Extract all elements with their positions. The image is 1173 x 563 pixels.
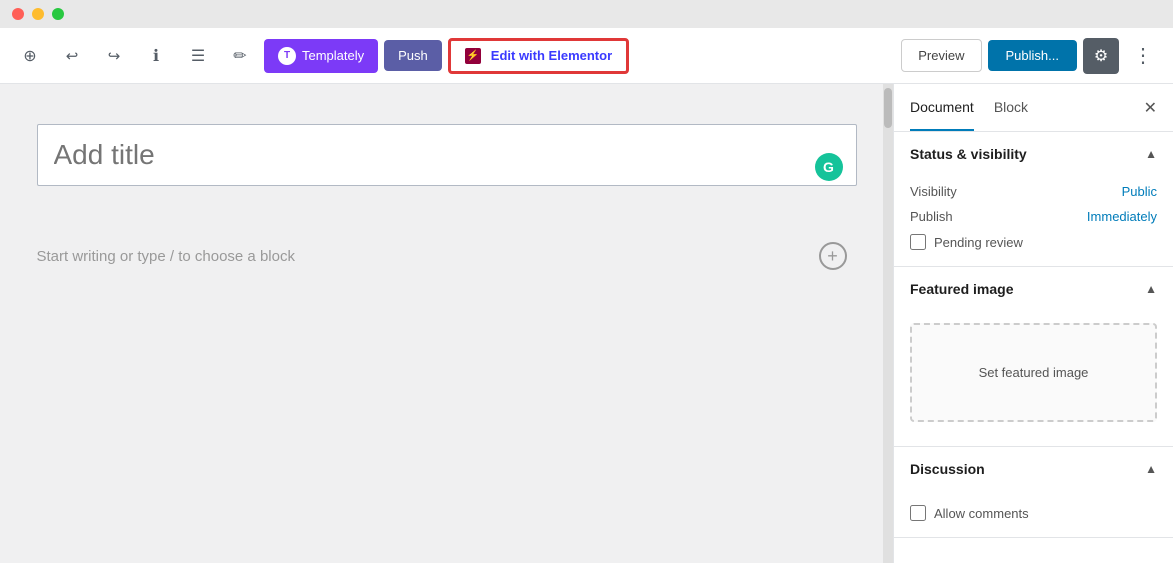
tab-document[interactable]: Document — [910, 85, 974, 131]
add-block-toolbar-button[interactable]: ⊕ — [12, 38, 48, 74]
list-view-button[interactable]: ☰ — [180, 38, 216, 74]
section-discussion-header[interactable]: Discussion ▲ — [894, 447, 1173, 491]
section-discussion-title: Discussion — [910, 461, 985, 477]
sidebar-header: Document Block ✕ — [894, 84, 1173, 132]
add-block-inline-button[interactable]: + — [819, 242, 847, 270]
pen-icon: ✏ — [233, 46, 246, 66]
edit-with-elementor-button[interactable]: Edit with Elementor — [448, 38, 629, 74]
push-button[interactable]: Push — [384, 40, 442, 71]
publish-value[interactable]: Immediately — [1087, 209, 1157, 224]
set-featured-image-label: Set featured image — [979, 365, 1089, 380]
redo-button[interactable]: ↪ — [96, 38, 132, 74]
more-icon: ⋮ — [1133, 43, 1153, 68]
gear-icon: ⚙ — [1094, 46, 1108, 66]
preview-label: Preview — [918, 48, 964, 63]
elementor-label: Edit with Elementor — [491, 48, 612, 63]
redo-icon: ↪ — [108, 47, 121, 65]
editor-content: G Start writing or type / to choose a bl… — [37, 124, 857, 523]
plus-icon: ⊕ — [23, 46, 36, 66]
block-hint-area: Start writing or type / to choose a bloc… — [37, 234, 857, 278]
code-editor-button[interactable]: ✏ — [222, 38, 258, 74]
chevron-up-icon-featured: ▲ — [1145, 282, 1157, 296]
undo-icon: ↩ — [66, 47, 79, 65]
tab-block[interactable]: Block — [994, 85, 1028, 131]
info-icon: ℹ — [153, 46, 159, 66]
section-featured-image: Featured image ▲ Set featured image — [894, 267, 1173, 447]
plus-circle-icon: + — [827, 246, 838, 267]
chevron-up-icon-discussion: ▲ — [1145, 462, 1157, 476]
sidebar-close-button[interactable]: ✕ — [1144, 98, 1157, 118]
maximize-traffic-light[interactable] — [52, 8, 64, 20]
settings-button[interactable]: ⚙ — [1083, 38, 1119, 74]
editor-scrollbar[interactable] — [883, 84, 893, 563]
more-options-button[interactable]: ⋮ — [1125, 38, 1161, 74]
publish-row: Publish Immediately — [910, 209, 1157, 224]
list-icon: ☰ — [191, 46, 205, 66]
close-traffic-light[interactable] — [12, 8, 24, 20]
publish-label: Publish... — [1006, 48, 1059, 63]
main-layout: G Start writing or type / to choose a bl… — [0, 84, 1173, 563]
pending-review-row: Pending review — [910, 234, 1157, 250]
sidebar: Document Block ✕ Status & visibility ▲ V… — [893, 84, 1173, 563]
section-status-visibility-body: Visibility Public Publish Immediately Pe… — [894, 176, 1173, 266]
publish-label-sidebar: Publish — [910, 209, 953, 224]
close-icon: ✕ — [1144, 100, 1157, 117]
toolbar: ⊕ ↩ ↪ ℹ ☰ ✏ T Templately Push Edit with … — [0, 28, 1173, 84]
undo-button[interactable]: ↩ — [54, 38, 90, 74]
scrollbar-thumb[interactable] — [884, 88, 892, 128]
allow-comments-row: Allow comments — [910, 505, 1157, 521]
pending-review-checkbox[interactable] — [910, 234, 926, 250]
set-featured-image-button[interactable]: Set featured image — [910, 323, 1157, 422]
publish-button[interactable]: Publish... — [988, 40, 1077, 71]
section-discussion: Discussion ▲ Allow comments — [894, 447, 1173, 538]
chevron-up-icon: ▲ — [1145, 147, 1157, 161]
info-button[interactable]: ℹ — [138, 38, 174, 74]
section-status-visibility-header[interactable]: Status & visibility ▲ — [894, 132, 1173, 176]
title-bar — [0, 0, 1173, 28]
section-discussion-body: Allow comments — [894, 491, 1173, 537]
allow-comments-checkbox[interactable] — [910, 505, 926, 521]
section-status-visibility-title: Status & visibility — [910, 146, 1027, 162]
visibility-label: Visibility — [910, 184, 957, 199]
section-featured-image-body: Set featured image — [894, 311, 1173, 446]
preview-button[interactable]: Preview — [901, 39, 981, 72]
allow-comments-label: Allow comments — [934, 506, 1029, 521]
templately-label: Templately — [302, 48, 364, 63]
push-label: Push — [398, 48, 428, 63]
section-featured-image-header[interactable]: Featured image ▲ — [894, 267, 1173, 311]
visibility-value[interactable]: Public — [1122, 184, 1157, 199]
section-featured-image-title: Featured image — [910, 281, 1013, 297]
editor-area: G Start writing or type / to choose a bl… — [0, 84, 893, 563]
section-status-visibility: Status & visibility ▲ Visibility Public … — [894, 132, 1173, 267]
templately-button[interactable]: T Templately — [264, 39, 378, 73]
visibility-row: Visibility Public — [910, 184, 1157, 199]
templately-icon: T — [278, 47, 296, 65]
block-hint-text: Start writing or type / to choose a bloc… — [37, 248, 295, 265]
title-wrapper: G — [37, 124, 857, 210]
pending-review-label: Pending review — [934, 235, 1023, 250]
grammarly-icon: G — [815, 153, 843, 181]
post-title-input[interactable] — [37, 124, 857, 186]
minimize-traffic-light[interactable] — [32, 8, 44, 20]
elementor-icon — [465, 48, 481, 64]
